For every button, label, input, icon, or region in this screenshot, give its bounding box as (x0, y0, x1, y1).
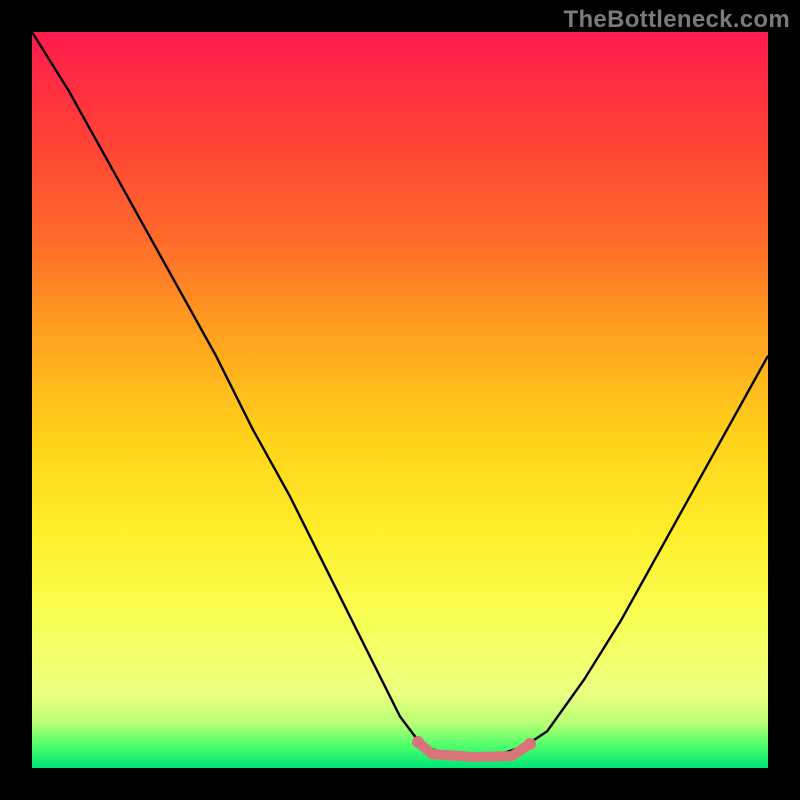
optimal-zone-marker (418, 742, 530, 757)
bottleneck-curve-svg (32, 32, 768, 768)
optimal-zone-dot-right (524, 738, 536, 750)
chart-plot-area (32, 32, 768, 768)
chart-frame: TheBottleneck.com (0, 0, 800, 800)
optimal-zone-dot-left (412, 736, 424, 748)
bottleneck-curve (32, 32, 768, 753)
watermark-text: TheBottleneck.com (564, 6, 790, 34)
